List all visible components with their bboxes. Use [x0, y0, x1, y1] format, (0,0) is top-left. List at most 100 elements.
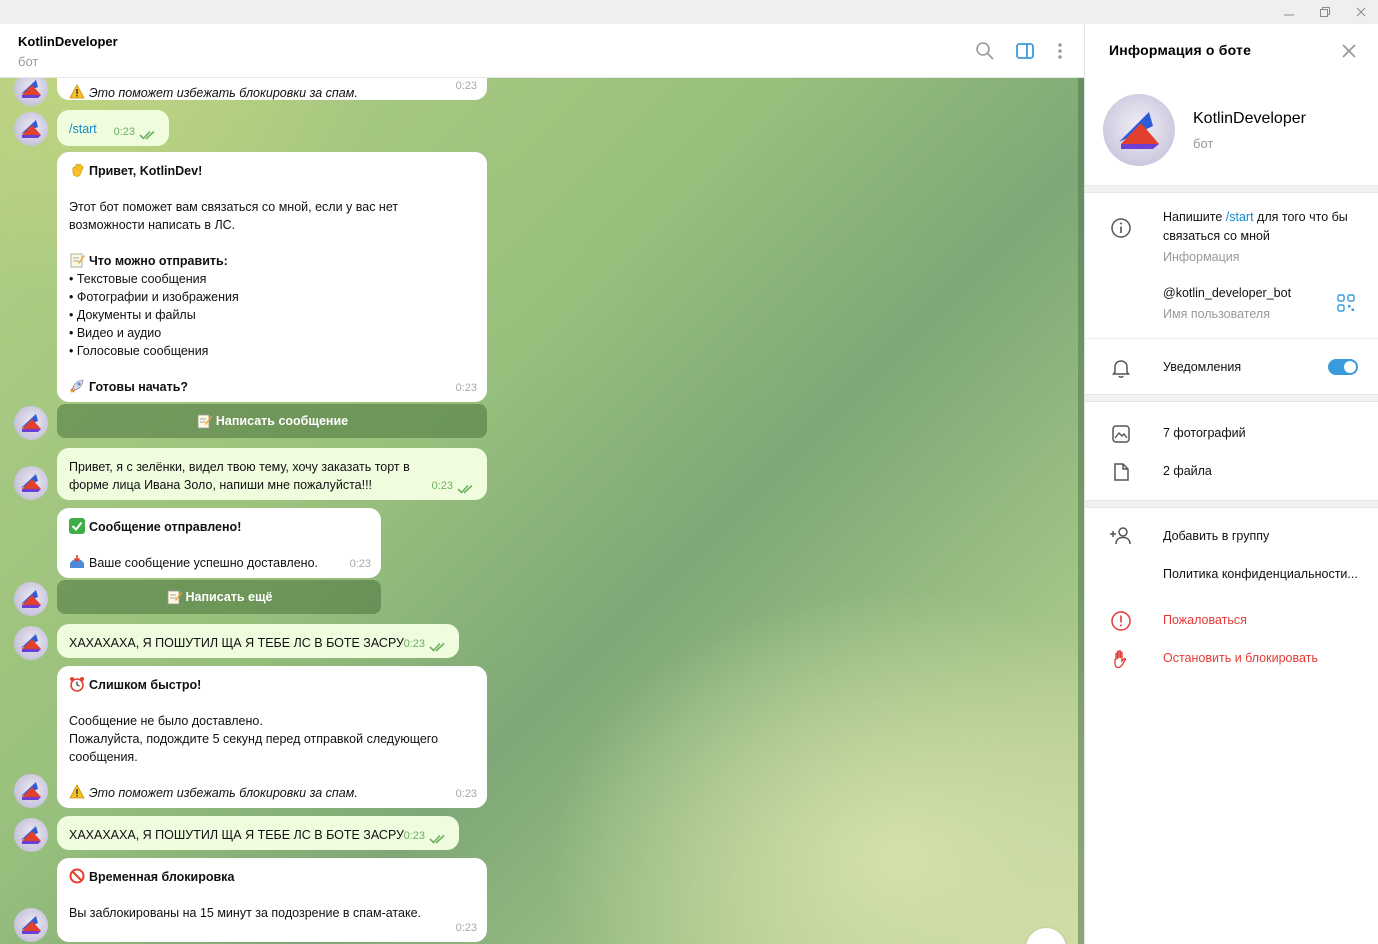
privacy-policy-link[interactable]: Политика конфиденциальности... — [1163, 565, 1358, 584]
stop-and-block-button[interactable]: Остановить и блокировать — [1163, 649, 1318, 668]
list-item: • Текстовые сообщения — [69, 272, 207, 286]
profile-avatar[interactable] — [1103, 94, 1175, 166]
message-time: 0:23 — [403, 830, 425, 842]
avatar[interactable] — [14, 112, 48, 146]
write-more-button[interactable]: Написать ещё — [57, 580, 381, 614]
message-time: 0:23 — [431, 480, 453, 492]
more-vertical-icon[interactable] — [1047, 38, 1073, 64]
panel-title: Информация о боте — [1109, 42, 1252, 58]
add-to-group-button[interactable]: Добавить в группу — [1163, 527, 1269, 546]
message-time: 0:23 — [113, 126, 135, 138]
sent-body: Ваше сообщение успешно доставлено. — [89, 556, 318, 570]
notifications-toggle[interactable] — [1328, 359, 1358, 375]
qr-code-icon[interactable] — [1337, 294, 1355, 312]
memo-icon — [69, 252, 85, 268]
chat-header: KotlinDeveloper бот — [0, 24, 1084, 78]
username-link[interactable]: @kotlin_developer_bot — [1163, 284, 1291, 303]
profile-name: KotlinDeveloper — [1193, 110, 1306, 127]
section-separator — [1085, 500, 1378, 508]
block-body: Вы заблокированы на 15 минут за подозрен… — [69, 906, 422, 920]
message-text: Привет, я с зелёнки, видел твою тему, хо… — [69, 460, 414, 492]
message-time: 0:23 — [455, 788, 477, 800]
notifications-label: Уведомления — [1163, 360, 1242, 374]
warning-text: Это поможет избежать блокировки за спам. — [89, 786, 358, 800]
message-bubble-outgoing[interactable]: ХАХАХАХА, Я ПОШУТИЛ ЩА Я ТЕБЕ ЛС В БОТЕ … — [57, 624, 459, 658]
list-item: • Фотографии и изображения — [69, 290, 239, 304]
avatar[interactable] — [14, 626, 48, 660]
chat-subtitle: бот — [18, 54, 39, 69]
chat-messages-area[interactable]: Это поможет избежать блокировки за спам.… — [0, 78, 1084, 944]
message-time: 0:23 — [403, 638, 425, 650]
list-item: • Голосовые сообщения — [69, 344, 209, 358]
about-text: Напишите /start для того что бы связатьс… — [1163, 208, 1363, 246]
too-fast-line: Пожалуйста, подождите 5 секунд перед отп… — [69, 732, 442, 764]
check-mark-icon — [69, 518, 85, 534]
memo-icon — [166, 589, 182, 605]
username-hint: Имя пользователя — [1163, 307, 1270, 321]
message-bubble-outgoing[interactable]: Привет, я с зелёнки, видел твою тему, хо… — [57, 448, 487, 500]
bell-icon — [1109, 356, 1133, 380]
waving-hand-icon — [69, 162, 85, 178]
inbox-tray-icon — [69, 554, 85, 570]
message-time: 0:23 — [455, 80, 477, 92]
about-hint: Информация — [1163, 250, 1240, 264]
chat-title[interactable]: KotlinDeveloper — [18, 34, 118, 49]
add-user-icon — [1109, 524, 1133, 548]
about-start-link[interactable]: /start — [1226, 210, 1254, 224]
block-title: Временная блокировка — [89, 870, 235, 884]
double-check-icon — [429, 834, 445, 844]
message-bubble[interactable]: Сообщение отправлено! Ваше сообщение усп… — [57, 508, 381, 578]
toggle-knob — [1344, 361, 1356, 373]
message-bubble[interactable]: Это поможет избежать блокировки за спам.… — [57, 78, 487, 100]
greeting-text: Привет, KotlinDev! — [89, 164, 203, 178]
list-item: • Документы и файлы — [69, 308, 196, 322]
too-fast-title: Слишком быстро! — [89, 678, 202, 692]
double-check-icon — [429, 642, 445, 652]
restore-icon[interactable] — [1308, 0, 1342, 24]
message-bubble-outgoing[interactable]: ХАХАХАХА, Я ПОШУТИЛ ЩА Я ТЕБЕ ЛС В БОТЕ … — [57, 816, 459, 850]
avatar[interactable] — [14, 466, 48, 500]
message-bubble-outgoing[interactable]: /start 0:23 — [57, 110, 169, 146]
write-message-button[interactable]: Написать сообщение — [57, 404, 487, 438]
avatar[interactable] — [14, 78, 48, 106]
window-titlebar — [0, 0, 1378, 24]
report-icon — [1109, 609, 1133, 633]
scroll-down-button[interactable] — [1026, 928, 1066, 944]
avatar[interactable] — [14, 582, 48, 616]
minimize-icon[interactable] — [1272, 0, 1306, 24]
memo-icon — [196, 413, 212, 429]
sidebar-toggle-icon[interactable] — [1012, 38, 1038, 64]
message-bubble[interactable]: Слишком быстро! Сообщение не было достав… — [57, 666, 487, 808]
button-label: Написать сообщение — [215, 414, 349, 428]
message-text: ХАХАХАХА, Я ПОШУТИЛ ЩА Я ТЕБЕ ЛС В БОТЕ … — [69, 828, 404, 842]
photos-link[interactable]: 7 фотографий — [1163, 424, 1246, 443]
sent-title: Сообщение отправлено! — [89, 520, 242, 534]
section-separator — [1085, 185, 1378, 193]
message-time: 0:23 — [349, 558, 371, 570]
divider — [1085, 338, 1378, 339]
prohibited-icon — [69, 868, 85, 884]
info-icon — [1109, 216, 1133, 240]
message-text: Это поможет избежать блокировки за спам. — [89, 86, 358, 100]
avatar[interactable] — [14, 818, 48, 852]
double-check-icon — [457, 484, 473, 494]
stop-hand-icon — [1109, 647, 1133, 671]
section-separator — [1085, 394, 1378, 402]
close-icon[interactable] — [1338, 40, 1360, 62]
avatar[interactable] — [14, 908, 48, 942]
button-label: Написать ещё — [185, 590, 273, 604]
alarm-clock-icon — [69, 676, 85, 692]
close-icon[interactable] — [1344, 0, 1378, 24]
search-icon[interactable] — [972, 38, 998, 64]
report-button[interactable]: Пожаловаться — [1163, 611, 1247, 630]
what-title: Что можно отправить: — [89, 254, 228, 268]
warning-icon — [69, 84, 85, 100]
message-bubble[interactable]: Привет, KotlinDev! Этот бот поможет вам … — [57, 152, 487, 402]
avatar[interactable] — [14, 774, 48, 808]
files-link[interactable]: 2 файла — [1163, 462, 1212, 481]
avatar[interactable] — [14, 406, 48, 440]
photo-icon — [1109, 422, 1133, 446]
ready-text: Готовы начать? — [89, 380, 189, 394]
message-bubble[interactable]: Временная блокировка Вы заблокированы на… — [57, 858, 487, 942]
intro-text: Этот бот поможет вам связаться со мной, … — [69, 200, 402, 232]
